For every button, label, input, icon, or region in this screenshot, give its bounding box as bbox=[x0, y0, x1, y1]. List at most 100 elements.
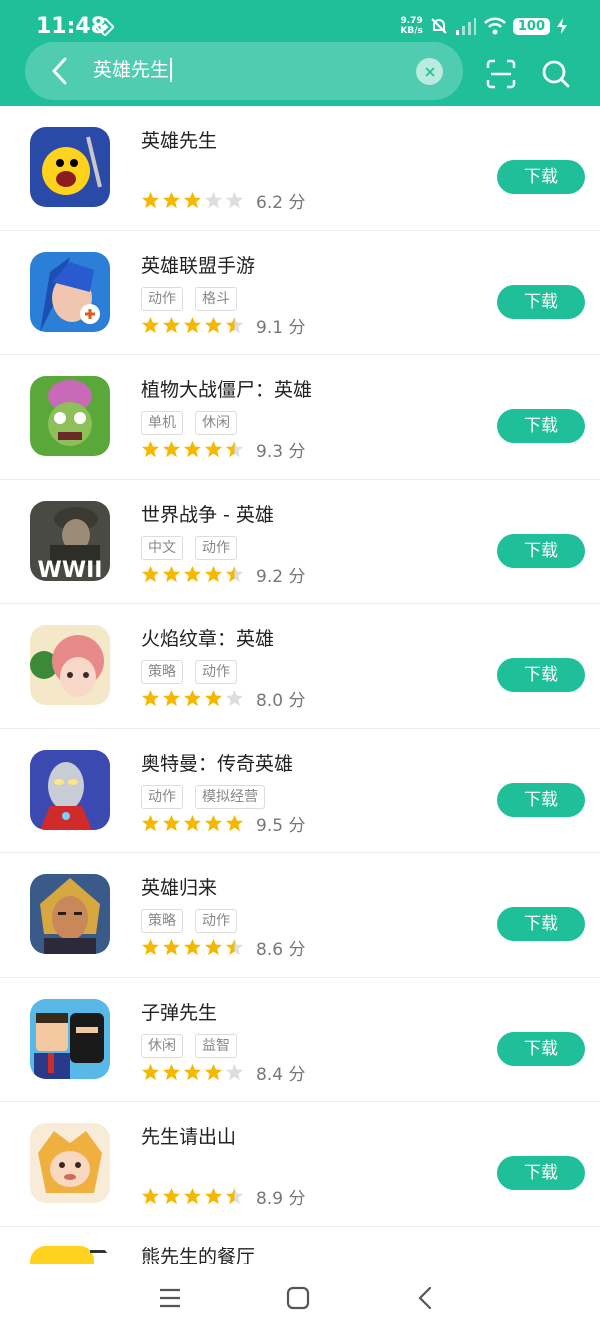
star-icon bbox=[183, 565, 202, 582]
star-icon bbox=[183, 689, 202, 707]
app-tag: 动作 bbox=[141, 286, 183, 311]
star-icon bbox=[141, 565, 160, 582]
app-name[interactable]: 奥特曼：传奇英雄 bbox=[141, 749, 293, 776]
home-icon[interactable] bbox=[286, 1286, 310, 1310]
star-icon bbox=[162, 689, 181, 707]
app-rating: 9.5 分 bbox=[141, 811, 305, 836]
app-name[interactable]: 英雄联盟手游 bbox=[141, 251, 255, 278]
star-rating bbox=[141, 565, 244, 584]
app-icon[interactable] bbox=[30, 251, 110, 332]
star-icon bbox=[204, 938, 223, 956]
app-tags: 单机 休闲 bbox=[141, 411, 237, 435]
search-results-list: 英雄先生 6.2 分 下载 英雄联盟手游 动作 格斗 9.1 分 下载 植物大战… bbox=[0, 106, 600, 1227]
app-rating: 9.2 分 bbox=[141, 562, 305, 587]
download-button[interactable]: 下载 bbox=[497, 907, 585, 941]
app-list-item[interactable]: WWII 世界战争 - 英雄 中文 动作 9.2 分 下载 bbox=[0, 480, 600, 604]
app-list-item[interactable]: 英雄归来 策略 动作 8.6 分 下载 bbox=[0, 853, 600, 978]
app-name[interactable]: 熊先生的餐厅 bbox=[141, 1242, 255, 1266]
battery-level: 100 bbox=[512, 17, 550, 35]
app-tags: 动作 格斗 bbox=[141, 286, 237, 311]
app-list-item[interactable]: 子弹先生 休闲 益智 8.4 分 下载 bbox=[0, 978, 600, 1102]
app-name[interactable]: 英雄先生 bbox=[141, 126, 217, 153]
app-tag: 单机 bbox=[141, 411, 183, 435]
app-list-item[interactable]: 植物大战僵尸：英雄 单机 休闲 9.3 分 下载 bbox=[0, 355, 600, 480]
app-tag: 策略 bbox=[141, 909, 183, 933]
star-icon bbox=[204, 565, 223, 582]
app-tag: 休闲 bbox=[141, 1033, 183, 1058]
app-name[interactable]: 世界战争 - 英雄 bbox=[141, 500, 274, 527]
star-rating bbox=[141, 191, 244, 210]
star-icon bbox=[183, 440, 202, 458]
charging-icon bbox=[557, 18, 567, 34]
star-icon bbox=[162, 814, 181, 831]
download-button[interactable]: 下载 bbox=[497, 533, 585, 568]
app-score: 8.0 分 bbox=[256, 691, 306, 711]
search-box[interactable]: 英雄先生 bbox=[25, 42, 463, 100]
app-score: 8.9 分 bbox=[256, 1189, 306, 1209]
bell-muted-icon bbox=[431, 18, 447, 34]
star-icon bbox=[204, 689, 223, 707]
app-icon[interactable] bbox=[30, 625, 110, 705]
app-list-item[interactable]: 英雄联盟手游 动作 格斗 9.1 分 下载 bbox=[0, 231, 600, 355]
app-icon[interactable] bbox=[30, 749, 110, 830]
app-name[interactable]: 火焰纹章：英雄 bbox=[141, 624, 274, 651]
recent-apps-icon[interactable] bbox=[158, 1286, 182, 1310]
star-rating bbox=[141, 1063, 244, 1082]
star-icon bbox=[225, 191, 244, 209]
app-tag: 动作 bbox=[195, 535, 237, 560]
app-list-item-partial[interactable]: 熊先生的餐厅 bbox=[0, 1226, 600, 1266]
app-name[interactable]: 先生请出山 bbox=[141, 1122, 236, 1149]
download-button[interactable]: 下载 bbox=[497, 1156, 585, 1190]
app-list-item[interactable]: 先生请出山 8.9 分 下载 bbox=[0, 1102, 600, 1227]
app-tags: 动作 模拟经营 bbox=[141, 784, 265, 809]
app-icon[interactable] bbox=[30, 1123, 110, 1203]
system-nav-bar bbox=[0, 1264, 600, 1333]
app-tag: 休闲 bbox=[195, 411, 237, 435]
app-tags: 中文 动作 bbox=[141, 535, 237, 560]
search-icon[interactable] bbox=[540, 58, 572, 90]
top-bar: 11:48 9.79 KB/s 100 英雄先生 bbox=[0, 0, 600, 106]
download-button[interactable]: 下载 bbox=[497, 160, 585, 194]
download-button[interactable]: 下载 bbox=[497, 284, 585, 319]
app-icon[interactable]: WWII bbox=[30, 500, 110, 581]
app-list-item[interactable]: 奥特曼：传奇英雄 动作 模拟经营 9.5 分 下载 bbox=[0, 729, 600, 853]
star-icon bbox=[225, 814, 244, 831]
app-name[interactable]: 子弹先生 bbox=[141, 998, 217, 1025]
app-icon[interactable] bbox=[30, 874, 110, 954]
app-icon[interactable] bbox=[30, 376, 110, 456]
star-icon bbox=[141, 440, 160, 458]
chevron-left-icon bbox=[52, 57, 67, 85]
clear-search-button[interactable] bbox=[416, 58, 443, 85]
download-button[interactable]: 下载 bbox=[497, 658, 585, 692]
app-icon[interactable] bbox=[30, 998, 110, 1079]
app-icon[interactable] bbox=[30, 1246, 110, 1266]
star-icon bbox=[225, 689, 244, 707]
download-button[interactable]: 下载 bbox=[497, 409, 585, 443]
app-tag: 格斗 bbox=[195, 286, 237, 311]
star-icon bbox=[225, 565, 244, 582]
app-score: 9.1 分 bbox=[256, 317, 306, 338]
nfc-icon bbox=[96, 18, 114, 36]
star-icon bbox=[162, 316, 181, 333]
app-tag: 模拟经营 bbox=[195, 784, 265, 809]
app-rating: 8.0 分 bbox=[141, 686, 305, 711]
star-icon bbox=[225, 938, 244, 956]
download-button[interactable]: 下载 bbox=[497, 1031, 585, 1066]
app-name[interactable]: 英雄归来 bbox=[141, 873, 217, 900]
app-icon[interactable] bbox=[30, 127, 110, 207]
back-nav-icon[interactable] bbox=[414, 1286, 438, 1310]
star-icon bbox=[162, 440, 181, 458]
download-button[interactable]: 下载 bbox=[497, 782, 585, 817]
scan-icon[interactable] bbox=[485, 58, 517, 90]
app-name[interactable]: 植物大战僵尸：英雄 bbox=[141, 375, 312, 402]
star-rating bbox=[141, 316, 244, 335]
app-list-item[interactable]: 英雄先生 6.2 分 下载 bbox=[0, 106, 600, 231]
app-rating: 9.1 分 bbox=[141, 313, 305, 338]
back-button[interactable] bbox=[41, 52, 77, 90]
star-icon bbox=[183, 1063, 202, 1080]
star-rating bbox=[141, 440, 244, 459]
search-input[interactable]: 英雄先生 bbox=[93, 58, 173, 82]
app-tag: 动作 bbox=[195, 660, 237, 684]
app-score: 9.2 分 bbox=[256, 566, 306, 587]
app-list-item[interactable]: 火焰纹章：英雄 策略 动作 8.0 分 下载 bbox=[0, 604, 600, 729]
